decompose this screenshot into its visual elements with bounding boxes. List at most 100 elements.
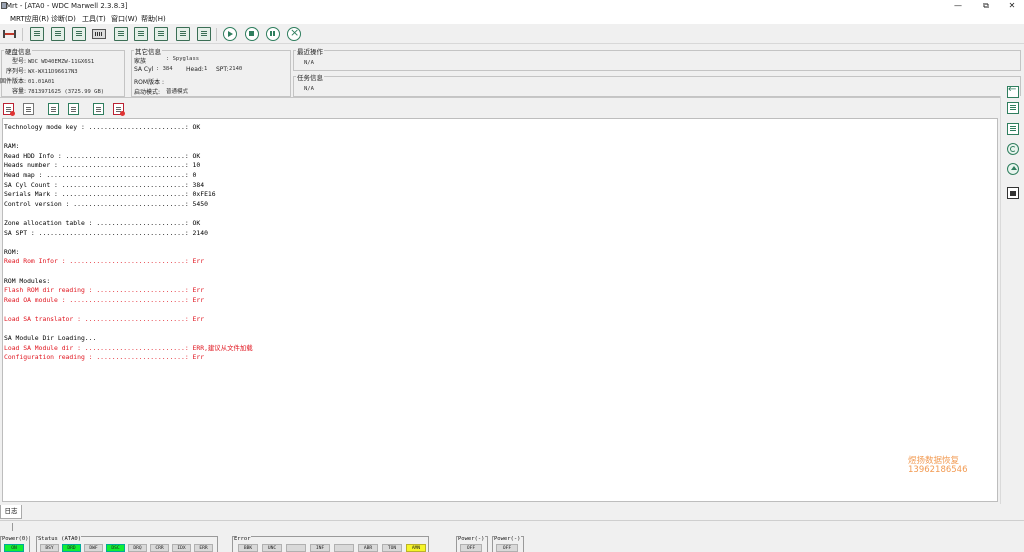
collapse-arrow-icon[interactable] [1007,84,1019,98]
family-value: : Spyglass [166,56,200,62]
log-line: Zone allocation table : ................… [4,219,201,227]
disk-model-row: 型号: WDC WD40EMZW-11GX6S1 [12,58,95,65]
power0-group: Power(0) ON [0,536,30,552]
log-line: Heads number : .........................… [4,161,201,170]
list-icon[interactable] [134,27,148,41]
log-line: Flash ROM dir reading : ................… [4,286,205,295]
lamp-err: ERR [194,544,213,552]
scan-icon[interactable] [1007,102,1019,114]
recent-op-title: 最近操作 [296,46,324,56]
lamp-drd: DRD [62,544,81,552]
toolbar-separator [216,28,217,41]
tree-icon[interactable] [154,27,168,41]
lamp-amn: AMN [406,544,426,552]
recent-op-value: N/A [304,60,314,66]
error-group: Error BBK UNC INF ABR TON AMN [232,536,429,552]
lamp-dsc: DSC [106,544,125,552]
lamp-ton: TON [382,544,402,552]
log-toolbar [0,100,1000,118]
log-output[interactable]: Technology mode key : ..................… [2,118,998,502]
identify-icon[interactable] [51,27,65,41]
stop-icon[interactable] [245,27,259,41]
lamp-blank-2 [334,544,354,552]
log-line: SA Cyl Count : .........................… [4,180,205,189]
refresh-icon[interactable] [1007,143,1019,155]
rom-version-label: ROM版本 : [134,79,164,86]
watermark-phone: 13962186546 [908,465,968,475]
spt-value: 2140 [229,66,243,72]
module-dir-icon[interactable] [72,27,86,41]
restore-button[interactable]: ⧉ [974,0,998,12]
head-value: 1 [204,66,208,72]
menu-help[interactable]: 帮助(H) [141,14,166,24]
task-info-title: 任务信息 [296,72,324,82]
boot-mode-label: 启动模式: [134,89,161,96]
window-title: Mrt - [ATA0 - WDC Marwell 2.3.8.3] [6,2,128,10]
disk-capacity-row: 容量: 7813971625 (3725.99 GB) [12,88,105,95]
power0-on-lamp: ON [4,544,24,552]
task-info-value: N/A [304,86,314,92]
disk-info-group: 硬盘信息 型号: WDC WD40EMZW-11GX6S1 序列号: WX-WX… [0,46,125,97]
lamp-inf: INF [310,544,330,552]
lamp-blank-1 [286,544,306,552]
family-label: 家族 [134,58,147,65]
power2-group: Power(-) OFF [492,536,524,552]
translator-icon[interactable] [176,27,190,41]
log-line: ROM Modules: [4,276,51,285]
hdd-icon[interactable] [92,29,106,39]
menu-tools[interactable]: 工具(T) [82,14,106,24]
power1-off-lamp: OFF [460,544,482,552]
status-line [0,520,1024,532]
lamp-bbk: BBK [238,544,258,552]
read-module-icon[interactable] [114,27,128,41]
play-icon[interactable] [223,27,237,41]
boot-mode-value: 普通模式 [166,89,189,95]
module-list-icon[interactable] [1007,123,1019,135]
pause-icon[interactable] [266,27,280,41]
cancel-icon[interactable] [287,26,301,41]
log-line: Control version : ......................… [4,199,208,208]
task-info-group: 任务信息 N/A [293,72,1021,97]
lamp-abr: ABR [358,544,378,552]
lamp-crr: CRR [150,544,169,552]
menu-window[interactable]: 窗口(W) [111,14,137,24]
minimize-button[interactable]: — [946,0,970,12]
log-line: Technology mode key : ..................… [4,123,201,131]
toolbar-separator [22,28,23,41]
copy-log-icon[interactable] [48,103,59,115]
clear-log-icon[interactable] [3,103,15,116]
menu-mrt-app[interactable]: MRT应用(R) [10,14,49,24]
save-log-icon[interactable] [23,103,34,115]
terminal-icon[interactable] [1007,187,1019,199]
export-log-icon[interactable] [93,103,104,115]
log-line: Serials Mark : .........................… [4,190,216,199]
head-label: Head: [186,66,204,73]
log-line: Read HDD Info : ........................… [4,151,201,160]
info-panel: 硬盘信息 型号: WDC WD40EMZW-11GX6S1 序列号: WX-WX… [0,45,1024,98]
lamp-idx: IDX [172,544,191,552]
power2-off-lamp: OFF [496,544,518,552]
upload-icon[interactable] [1007,163,1019,175]
lamp-bsy: BSY [40,544,59,552]
reset-drive-icon[interactable] [2,27,18,41]
lamp-unc: UNC [262,544,282,552]
disk-firmware-row: 固件版本: 01.01A01 [0,78,55,85]
error-title: Error [234,536,251,542]
edit-icon[interactable] [197,27,211,41]
drive-info-icon[interactable] [30,27,44,41]
spt-label: SPT: [216,66,229,73]
filter-log-icon[interactable] [113,103,125,116]
main-toolbar [0,24,1024,44]
menu-diagnose[interactable]: 诊断(D) [51,14,76,24]
open-log-icon[interactable] [68,103,79,115]
recent-op-group: 最近操作 N/A [293,46,1021,71]
power2-title: Power(-) [494,536,521,542]
power1-group: Power(-) OFF [456,536,488,552]
power0-title: Power(0) [2,536,29,542]
log-line: Read OA module : .......................… [4,295,205,304]
tab-log[interactable]: 日志 [0,505,22,519]
close-button[interactable]: ✕ [1000,0,1024,12]
log-line: SA Module Dir Loading... [4,334,97,343]
log-line: SA SPT : ...............................… [4,228,208,237]
log-line: Configuration reading : ................… [4,353,205,362]
